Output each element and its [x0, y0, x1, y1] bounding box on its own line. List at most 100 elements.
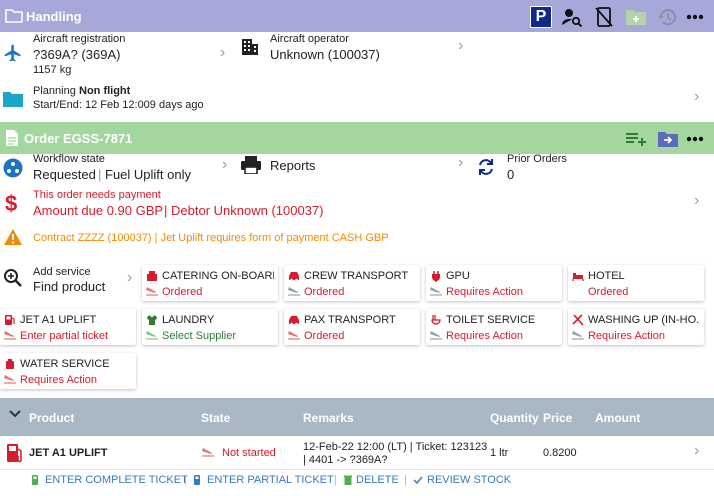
service-name: JET A1 UPLIFT — [20, 314, 97, 326]
more-horizontal-icon — [686, 136, 704, 142]
add-to-list-button[interactable] — [624, 128, 648, 150]
prior-orders-label: Prior Orders — [507, 153, 567, 165]
payment-notice: This order needs payment — [33, 189, 161, 201]
debtor-separator: | — [164, 203, 168, 218]
chevron-right-icon: › — [694, 442, 700, 459]
table-row[interactable]: JET A1 UPLIFT Not started 12-Feb-22 12:0… — [0, 436, 714, 470]
enter-complete-ticket-button[interactable]: ENTER COMPLETE TICKET — [32, 474, 188, 486]
service-name: GPU — [446, 270, 470, 282]
workflow-state-value: Requested — [33, 167, 96, 182]
warning-icon — [3, 228, 23, 249]
parking-button[interactable]: P — [530, 6, 552, 28]
order-more-button[interactable] — [684, 128, 706, 150]
col-remarks[interactable]: Remarks — [303, 411, 354, 425]
row-actions: ENTER COMPLETE TICKET | ENTER PARTIAL TI… — [0, 470, 714, 496]
service-card-water-service[interactable]: WATER SERVICE Requires Action — [0, 353, 136, 389]
service-name: HOTEL — [588, 270, 625, 282]
folder-add-icon — [626, 10, 646, 25]
payment-row[interactable]: $ This order needs payment Amount due 0.… — [0, 188, 714, 220]
row-quantity: 1 ltr — [490, 447, 509, 459]
col-state[interactable]: State — [201, 411, 230, 425]
more-horizontal-icon — [686, 14, 704, 20]
move-folder-button[interactable] — [656, 128, 680, 150]
service-card-catering[interactable]: CATERING ON-BOARD Ordered — [142, 265, 278, 301]
no-mobile-button[interactable] — [592, 5, 616, 29]
plane-landing-icon — [146, 287, 158, 296]
workflow-state-field[interactable]: Workflow state Requested | Fuel Uplift o… — [0, 153, 236, 188]
more-menu-button[interactable] — [684, 6, 706, 28]
service-status: Requires Action — [446, 330, 524, 342]
workflow-state-label: Workflow state — [33, 153, 105, 165]
mobile-off-icon — [595, 7, 613, 27]
aircraft-weight: 1157 kg — [33, 64, 72, 76]
service-name: WASHING UP (IN-HO... — [588, 314, 700, 326]
col-amount[interactable]: Amount — [595, 411, 640, 425]
aircraft-registration-field[interactable]: Aircraft registration ?369A? (369A) 1157… — [0, 32, 232, 78]
service-status: Requires Action — [20, 374, 98, 386]
planning-row[interactable]: Planning Non flight Start/End: 12 Feb 12… — [0, 82, 714, 116]
water-icon — [6, 359, 14, 369]
trash-icon — [344, 475, 352, 485]
service-card-jet-a1-uplift[interactable]: JET A1 UPLIFT Enter partial ticket — [0, 309, 136, 345]
service-card-toilet-service[interactable]: TOILET SERVICE Requires Action — [426, 309, 562, 345]
handling-header: Handling P — [0, 0, 714, 32]
person-search-button[interactable] — [560, 6, 584, 28]
workflow-separator: | — [98, 167, 102, 182]
plane-landing-icon — [4, 331, 16, 340]
plane-landing-icon — [146, 331, 158, 340]
service-card-washing-up[interactable]: WASHING UP (IN-HO... Requires Action — [568, 309, 704, 345]
service-card-gpu[interactable]: GPU Requires Action — [426, 265, 562, 301]
collapse-chevron-icon[interactable] — [8, 408, 22, 422]
prior-orders-field[interactable]: Prior Orders 0 — [474, 153, 710, 184]
col-price[interactable]: Price — [543, 411, 572, 425]
service-card-pax-transport[interactable]: PAX TRANSPORT Ordered — [284, 309, 420, 345]
debtor: Debtor Unknown (100037) — [171, 203, 324, 218]
plane-landing-icon — [200, 446, 216, 461]
document-icon — [5, 129, 19, 150]
add-service-button[interactable]: Add service Find product › — [0, 262, 140, 296]
contract-warning-text: Contract ZZZZ (100037) | Jet Uplift requ… — [33, 232, 389, 244]
row-price: 0.8200 — [543, 447, 577, 459]
reports-button[interactable]: Reports › — [236, 154, 472, 178]
col-product[interactable]: Product — [29, 411, 74, 425]
row-remarks-line1: 12-Feb-22 12:00 (LT) | Ticket: 123123 — [303, 441, 488, 453]
fuel-pump-icon — [6, 443, 24, 466]
utensils-icon — [572, 314, 584, 326]
service-name: TOILET SERVICE — [446, 314, 536, 326]
service-name: CATERING ON-BOARD — [162, 270, 274, 282]
prior-orders-value: 0 — [507, 167, 515, 182]
start-end-time: Start/End: 12 Feb 12:009 days ago — [33, 99, 204, 111]
history-button[interactable] — [656, 6, 680, 28]
chevron-right-icon: › — [694, 192, 700, 209]
car-icon — [289, 316, 299, 326]
service-status: Ordered — [304, 286, 345, 298]
aircraft-operator-field[interactable]: Aircraft operator Unknown (100037) › — [236, 32, 472, 66]
review-stock-label: REVIEW STOCK — [427, 474, 512, 486]
bed-icon — [572, 273, 584, 281]
enter-partial-ticket-button[interactable]: ENTER PARTIAL TICKET — [194, 474, 334, 486]
row-state: Not started — [222, 447, 276, 459]
add-folder-button[interactable] — [624, 6, 648, 28]
fuel-small-icon — [194, 475, 200, 485]
service-status: Enter partial ticket — [20, 330, 109, 342]
action-divider: | — [334, 474, 337, 486]
col-quantity[interactable]: Quantity — [490, 411, 539, 425]
service-status: Select Supplier — [162, 330, 236, 342]
action-divider: | — [404, 474, 407, 486]
order-title: Order EGSS-7871 — [24, 131, 133, 146]
service-card-crew-transport[interactable]: CREW TRANSPORT Ordered — [284, 265, 420, 301]
person-search-icon — [562, 9, 583, 27]
service-card-laundry[interactable]: LAUNDRY Select Supplier — [142, 309, 278, 345]
car-icon — [289, 272, 299, 282]
review-stock-button[interactable]: REVIEW STOCK — [413, 474, 511, 486]
catering-icon — [147, 271, 157, 281]
plane-landing-icon — [4, 375, 16, 384]
service-status: Requires Action — [588, 330, 666, 342]
service-card-hotel[interactable]: HOTEL Ordered — [568, 265, 704, 301]
parking-icon: P — [535, 8, 547, 25]
building-icon — [240, 37, 260, 60]
aircraft-operator-value: Unknown (100037) — [270, 47, 380, 62]
aircraft-operator-label: Aircraft operator — [270, 33, 349, 45]
plane-landing-icon — [430, 287, 442, 296]
delete-button[interactable]: DELETE — [344, 474, 399, 486]
